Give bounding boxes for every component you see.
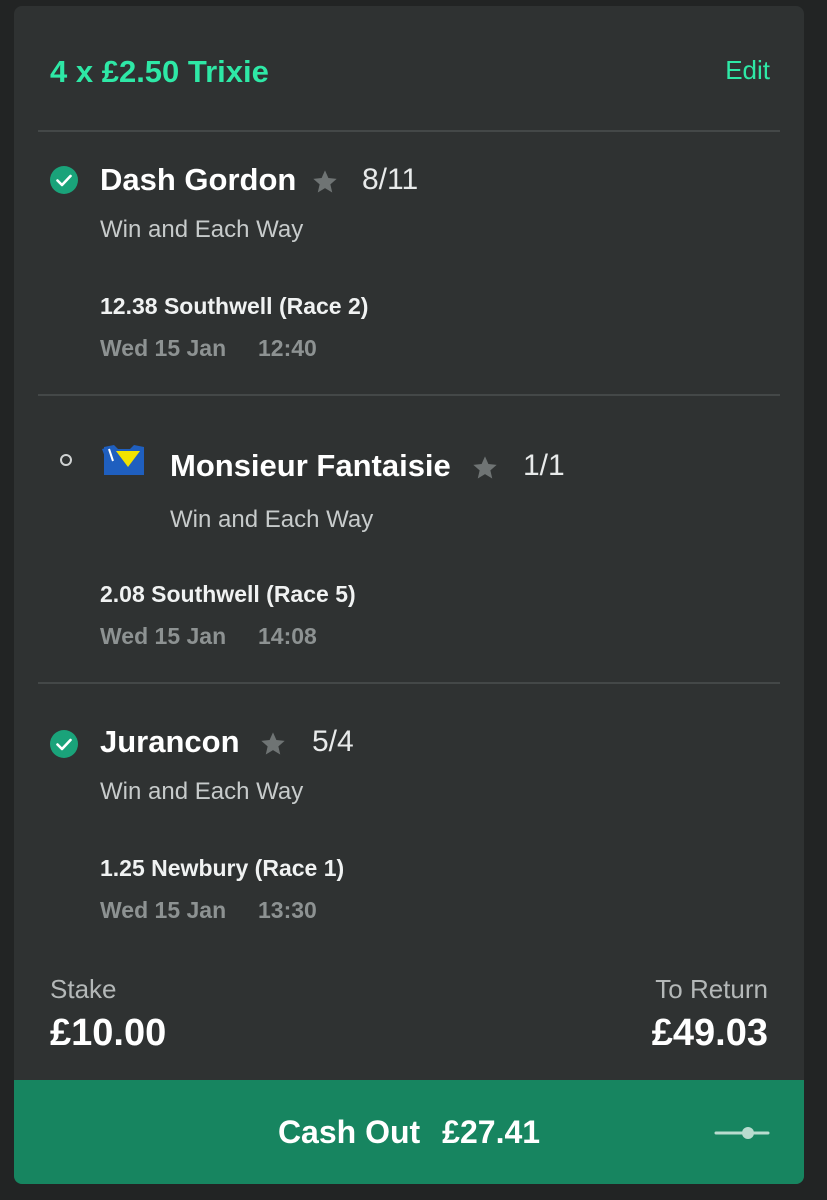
edit-link[interactable]: Edit <box>725 52 770 88</box>
divider <box>38 130 780 132</box>
cash-out-button[interactable]: Cash Out £27.41 <box>14 1080 804 1184</box>
cash-out-text: Cash Out £27.41 <box>14 1110 804 1154</box>
race-time: 13:30 <box>258 897 317 923</box>
race-date: Wed 15 Jan <box>100 335 227 361</box>
market-label: Win and Each Way <box>170 506 374 533</box>
partial-cashout-slider-icon[interactable] <box>714 1124 770 1142</box>
star-icon[interactable] <box>471 454 499 482</box>
open-circle-icon <box>60 454 72 466</box>
race-label: 12.38 Southwell (Race 2) <box>100 293 369 319</box>
check-circle-icon <box>50 730 78 758</box>
race-date: Wed 15 Jan <box>100 897 227 923</box>
star-icon[interactable] <box>259 730 287 758</box>
race-label: 1.25 Newbury (Race 1) <box>100 855 345 881</box>
selection-jurancon: Jurancon 5/4 Win and Each Way 1.25 Newbu… <box>14 720 804 960</box>
cash-out-label: Cash Out <box>277 1114 421 1150</box>
bet-card: 4 x £2.50 Trixie Edit Dash Gordon 8/11 W… <box>14 6 804 1184</box>
star-icon[interactable] <box>311 168 339 196</box>
selection-name: Dash Gordon <box>100 162 297 197</box>
selection-odds: 5/4 <box>312 725 354 758</box>
divider <box>38 394 780 396</box>
to-return-label: To Return <box>655 974 768 1004</box>
race-time: 12:40 <box>258 335 317 361</box>
selection-dash-gordon: Dash Gordon 8/11 Win and Each Way 12.38 … <box>14 156 804 396</box>
to-return-value: £49.03 <box>651 1012 768 1054</box>
divider <box>38 682 780 684</box>
race-label: 2.08 Southwell (Race 5) <box>100 581 356 607</box>
stake-label: Stake <box>50 974 117 1004</box>
market-label: Win and Each Way <box>100 216 304 243</box>
stake-value: £10.00 <box>50 1012 167 1054</box>
selection-odds: 8/11 <box>362 163 419 196</box>
race-time: 14:08 <box>258 623 317 649</box>
cash-out-amount: £27.41 <box>442 1114 541 1150</box>
race-date: Wed 15 Jan <box>100 623 227 649</box>
selection-odds: 1/1 <box>523 449 565 482</box>
market-label: Win and Each Way <box>100 778 304 805</box>
check-circle-icon <box>50 166 78 194</box>
selection-name: Jurancon <box>100 724 240 759</box>
selection-monsieur-fantaisie: Monsieur Fantaisie 1/1 Win and Each Way … <box>14 438 804 678</box>
selection-name: Monsieur Fantaisie <box>170 448 451 483</box>
jockey-silks-icon <box>102 445 144 475</box>
bet-title: 4 x £2.50 Trixie <box>50 54 269 89</box>
